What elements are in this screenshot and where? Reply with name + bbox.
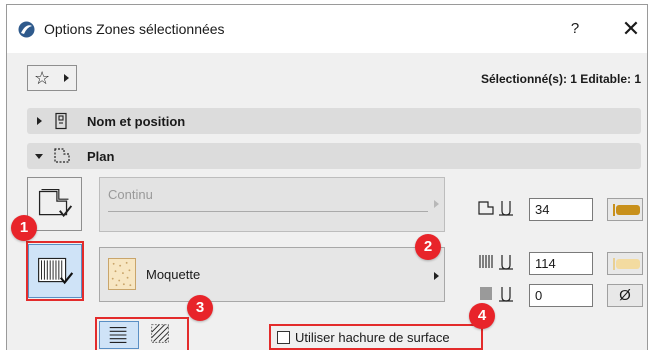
collapse-triangle-icon: [35, 154, 43, 159]
title-bar: Options Zones sélectionnées ? ✕: [7, 5, 647, 53]
pen-color-swatch: [616, 205, 640, 215]
chevron-right-icon: [64, 74, 69, 82]
section-name-position[interactable]: Nom et position: [27, 108, 641, 134]
hatch-fill-icon: [151, 324, 169, 343]
pen-marker: [613, 204, 615, 216]
zone-fill-icon: [38, 257, 74, 285]
fill-pen-icon: [479, 255, 513, 270]
empty-set-icon: Ø: [619, 287, 631, 304]
pen-color-swatch: [616, 259, 640, 269]
contour-pen-icon: [478, 201, 513, 216]
section-label: Plan: [87, 149, 115, 164]
callout-badge-1: 1: [11, 215, 37, 241]
hatch-fill-toggle[interactable]: [141, 321, 181, 349]
carpet-pattern-icon: [111, 261, 132, 287]
favorites-button[interactable]: ☆: [27, 65, 77, 91]
background-pen-icon: [480, 287, 513, 302]
pen-marker: [613, 258, 615, 270]
help-button[interactable]: ?: [563, 17, 587, 41]
selection-info: Sélectionné(s): 1 Editable: 1: [480, 72, 641, 86]
options-dialog: Options Zones sélectionnées ? ✕ ☆ Sélect…: [6, 4, 648, 350]
highlight-frame-4: Utiliser hachure de surface: [269, 324, 483, 350]
surface-hatch-label[interactable]: Utiliser hachure de surface: [295, 330, 450, 345]
solid-fill-toggle[interactable]: [99, 321, 139, 349]
fill-swatch: [108, 258, 136, 290]
cover-fill-toggle[interactable]: [28, 244, 82, 298]
callout-badge-3: 3: [187, 295, 213, 321]
contour-pen-color-button[interactable]: [607, 198, 643, 221]
background-pen-input[interactable]: 0: [529, 284, 593, 307]
fill-type-combo[interactable]: Moquette: [99, 247, 445, 302]
star-icon: ☆: [34, 68, 51, 88]
plan-zone-icon: [54, 148, 70, 163]
surface-hatch-checkbox[interactable]: [277, 331, 290, 344]
fill-type-label: Moquette: [146, 267, 201, 282]
callout-badge-2: 2: [415, 234, 441, 260]
background-pen-color-button[interactable]: Ø: [607, 284, 643, 307]
chevron-right-icon: [434, 200, 439, 208]
fill-pen-color-button[interactable]: [607, 252, 643, 275]
section-label: Nom et position: [87, 114, 186, 129]
line-type-label: Continu: [108, 187, 153, 202]
expand-triangle-icon: [37, 117, 42, 125]
dialog-title: Options Zones sélectionnées: [44, 21, 225, 37]
fill-pen-input[interactable]: 114: [529, 252, 593, 275]
chevron-right-icon: [434, 272, 439, 280]
zone-stamp-icon: [55, 112, 67, 130]
contour-pen-input[interactable]: 34: [529, 198, 593, 221]
line-preview: [108, 211, 428, 212]
close-button[interactable]: ✕: [619, 17, 643, 41]
solid-fill-icon: [109, 327, 127, 343]
section-plan[interactable]: Plan: [27, 143, 641, 169]
archicad-logo-icon: [18, 21, 35, 38]
callout-badge-4: 4: [469, 303, 495, 329]
line-type-combo: Continu: [99, 177, 445, 232]
